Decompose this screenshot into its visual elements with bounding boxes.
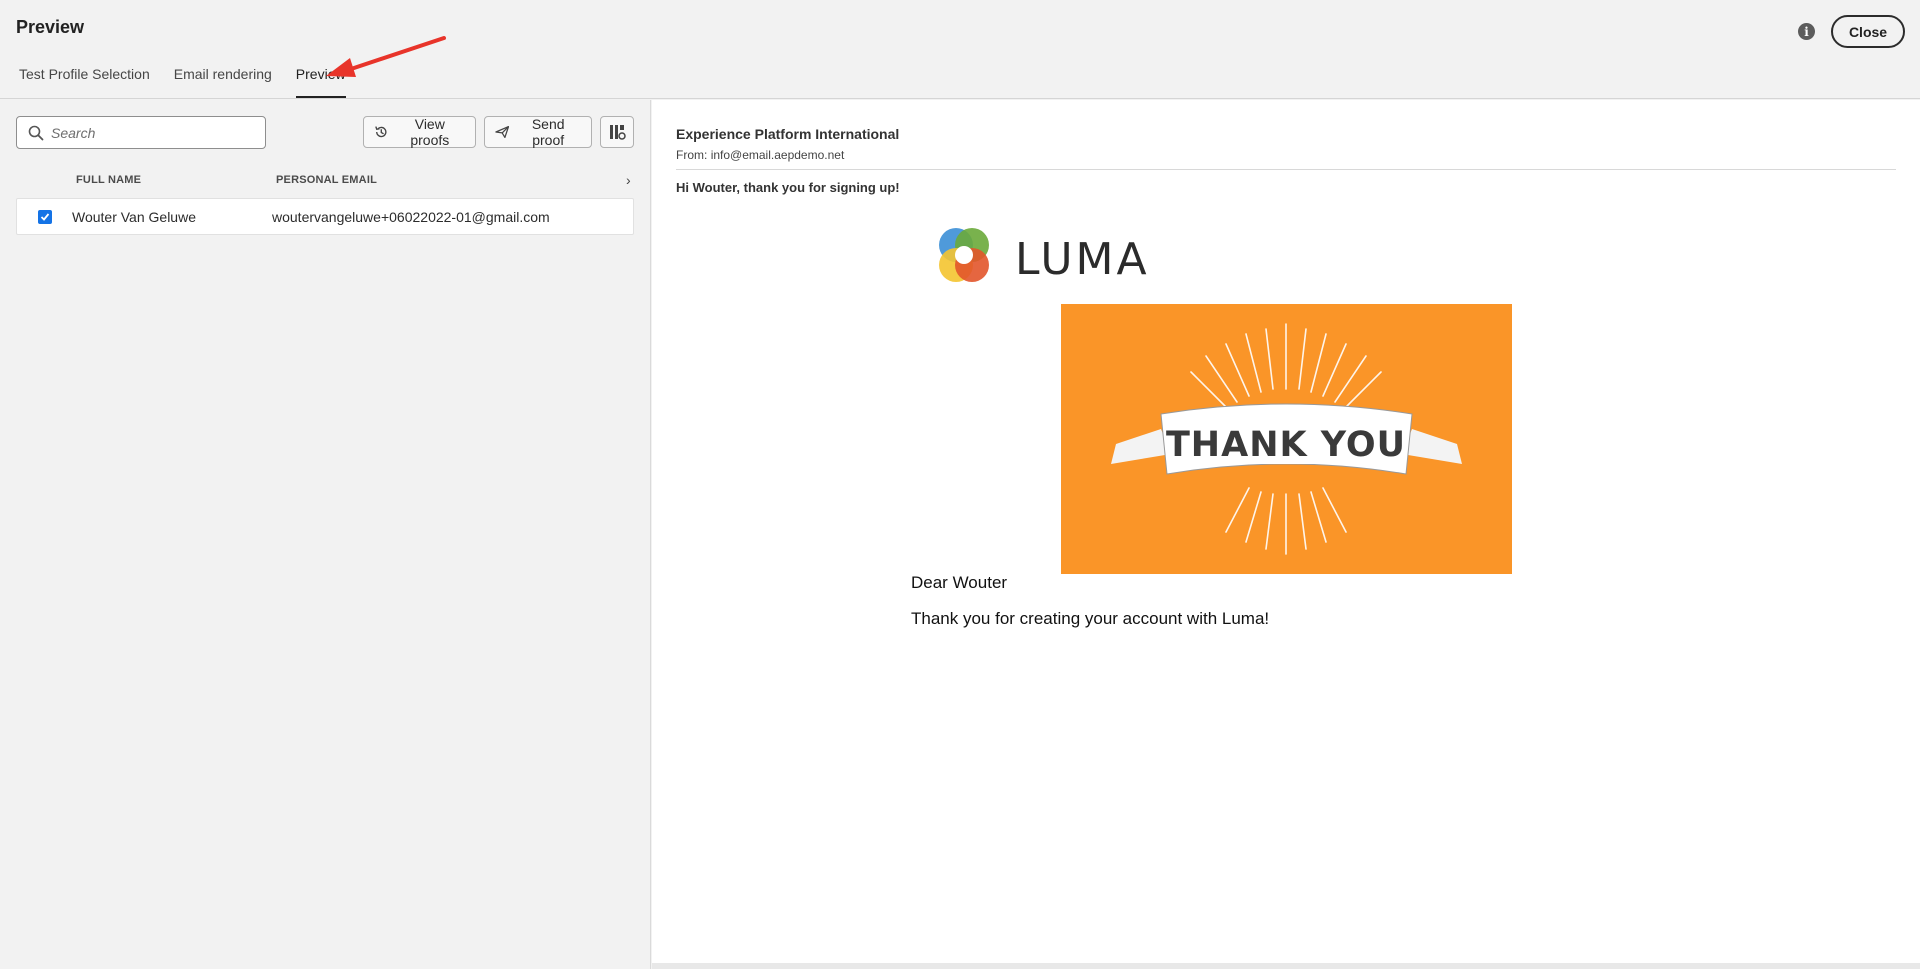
search-icon [28,125,44,141]
cell-full-name: Wouter Van Geluwe [72,209,196,225]
column-settings-icon [610,125,626,140]
banner-text: THANK YOU [1166,425,1406,465]
email-body: Thank you for creating your account with… [911,609,1270,628]
cell-personal-email: woutervangeluwe+06022022-01@gmail.com [272,209,550,225]
dialog-title: Preview [16,17,85,37]
email-greeting: Dear Wouter [911,573,1008,592]
logo-text: LUMA [1015,234,1150,285]
column-header-full-name[interactable]: FULL NAME [76,174,141,186]
from-address: info@email.aepdemo.net [710,148,845,162]
info-icon[interactable]: i [1798,23,1815,40]
from-label: From: [676,148,708,162]
email-preview-pane: Experience Platform International From: … [652,100,1920,965]
sender-name: Experience Platform International [676,126,900,142]
header-divider [676,169,1896,170]
chevron-right-icon[interactable]: › [626,172,631,188]
dialog-header: Preview Test Profile Selection Email ren… [0,0,1920,99]
table-row[interactable]: Wouter Van Geluwe woutervangeluwe+060220… [16,198,634,235]
view-proofs-button[interactable]: View proofs [363,116,476,148]
send-proof-label: Send proof [531,116,565,148]
column-settings-button[interactable] [600,116,634,148]
email-subject: Hi Wouter, thank you for signing up! [676,180,900,195]
from-line: From: info@email.aepdemo.net [676,148,844,162]
view-proofs-label: View proofs [410,116,450,148]
tab-bar: Test Profile Selection Email rendering P… [19,66,346,98]
send-icon [495,125,510,139]
checkmark-icon [40,213,50,221]
close-button[interactable]: Close [1831,15,1905,48]
annotation-arrow-icon [326,36,446,77]
thank-you-banner: THANK YOU [1061,304,1512,574]
profile-list-pane: View proofs Send proof FULL NAME PERSONA… [0,100,651,969]
tab-email-rendering[interactable]: Email rendering [174,66,272,98]
history-icon [375,126,387,138]
horizontal-scrollbar[interactable] [652,963,1920,969]
banner-graphic-icon: THANK YOU [1111,323,1462,555]
search-input[interactable] [51,117,261,148]
column-header-personal-email[interactable]: PERSONAL EMAIL [276,174,377,186]
row-checkbox[interactable] [38,210,52,224]
send-proof-button[interactable]: Send proof [484,116,592,148]
tab-test-profile-selection[interactable]: Test Profile Selection [19,66,150,98]
search-field[interactable] [16,116,266,149]
